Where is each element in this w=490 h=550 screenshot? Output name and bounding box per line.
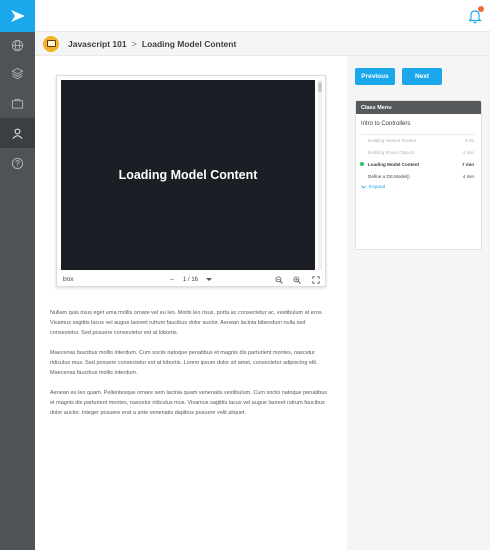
notification-badge [478,6,484,12]
class-menu-header: Class Menu [356,101,481,114]
top-bar [35,0,490,32]
menu-item-label: Building Nested Routes [368,137,417,143]
lesson-body: Nullam quis risus eget urna mollis ornar… [50,308,332,428]
next-button[interactable]: Next [402,68,442,85]
sidebar-item-help[interactable] [0,148,35,178]
sidebar [0,0,35,550]
current-item-dot [360,162,364,166]
menu-item-loading-model-content[interactable]: Loading Model Content 7 min [356,158,481,170]
menu-item-duration: 7 min [462,161,474,167]
page-counter: 1 / 16 [183,276,199,283]
expand-link[interactable]: Expand [356,182,481,192]
menu-item-route-objects[interactable]: Building Route Objects 4 min [356,146,481,158]
menu-item-label: Building Route Objects [368,149,415,155]
viewer-stage: Loading Model Content [61,80,315,270]
user-icon [12,128,23,139]
sidebar-item-briefcase[interactable] [0,88,35,118]
fullscreen-icon[interactable] [312,275,320,284]
menu-item-nested-routes[interactable]: Building Nested Routes 6:45 [356,134,481,146]
layers-icon [11,67,24,79]
arrow-logo-icon [10,10,25,22]
right-panel: Previous Next Class Menu Intro to Contro… [347,56,490,550]
viewer-toolbar: box – 1 / 16 [57,272,325,287]
menu-item-duration: 4 min [462,173,474,179]
breadcrumb: Javascript 101 > Loading Model Content [35,32,490,56]
box-logo: box [63,276,74,283]
menu-section-title: Intro to Controllers [361,121,411,127]
slide-title: Loading Model Content [118,168,258,182]
app-logo[interactable] [0,0,35,32]
zoom-out-icon[interactable] [275,276,283,284]
breadcrumb-course[interactable]: Javascript 101 [68,39,127,49]
expand-label: Expand [369,184,386,190]
menu-item-label: Define a DS.Model() [368,173,410,179]
menu-item-label: Loading Model Content [368,161,420,167]
chevron-down-icon [361,185,366,189]
body-paragraph: Nullam quis risus eget urna mollis ornar… [50,310,323,336]
page-prev-button[interactable]: – [170,276,174,283]
viewer-scrollbar[interactable] [318,80,322,270]
class-menu: Class Menu Intro to Controllers Building… [355,100,482,250]
page-dropdown-icon[interactable] [206,278,212,281]
menu-item-define-model[interactable]: Define a DS.Model() 4 min [356,170,481,182]
chevron-right-icon: > [131,38,137,49]
help-icon [11,157,24,169]
zoom-in-icon[interactable] [293,276,301,284]
body-paragraph: Maecenas faucibus mollis interdum. Cum s… [50,350,318,376]
document-viewer: Loading Model Content box – 1 / 16 [56,75,326,287]
course-icon [43,35,59,52]
globe-icon [11,39,24,51]
briefcase-icon [11,98,24,109]
menu-item-duration: 6:45 [465,137,474,143]
sidebar-item-globe[interactable] [0,30,35,60]
breadcrumb-lesson: Loading Model Content [141,38,237,49]
body-paragraph: Aenean eu leo quam. Pellentesque ornare … [50,390,328,416]
previous-button[interactable]: Previous [355,68,395,85]
sidebar-item-layers[interactable] [0,58,35,88]
sidebar-item-profile[interactable] [0,118,35,148]
menu-item-duration: 4 min [462,149,474,155]
